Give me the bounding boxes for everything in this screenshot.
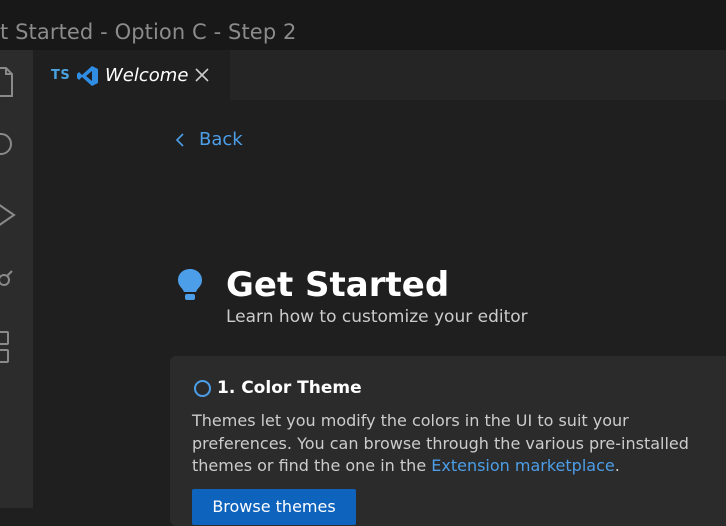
step-card[interactable]: 1. Color Theme Themes let you modify the… — [170, 356, 726, 526]
close-icon[interactable] — [195, 68, 209, 82]
search-icon[interactable] — [0, 133, 16, 159]
typescript-badge: TS — [51, 68, 71, 83]
explorer-icon[interactable] — [0, 66, 16, 100]
extension-marketplace-link[interactable]: Extension marketplace — [431, 456, 614, 475]
browse-themes-button[interactable]: Browse themes — [192, 489, 356, 525]
window-title: t Started - Option C - Step 2 — [0, 20, 297, 44]
vscode-logo-icon — [77, 66, 98, 86]
lightbulb-icon — [178, 269, 202, 300]
run-debug-icon[interactable] — [0, 202, 18, 228]
chevron-left-icon — [175, 133, 184, 147]
step-title: 1. Color Theme — [217, 378, 362, 398]
step-description-end: . — [614, 456, 620, 475]
back-label: Back — [199, 129, 243, 150]
source-control-icon[interactable] — [0, 270, 16, 292]
page-subtitle: Learn how to customize your editor — [226, 307, 528, 327]
activity-bar — [0, 50, 33, 508]
extensions-icon[interactable] — [0, 330, 16, 370]
title-bar: t Started - Option C - Step 2 — [0, 0, 726, 50]
tab-strip: TS Welcome — [33, 50, 726, 100]
page-title: Get Started — [226, 265, 450, 305]
step-description: Themes let you modify the colors in the … — [192, 410, 726, 478]
tab-label: Welcome — [105, 65, 189, 86]
tab-welcome[interactable]: TS Welcome — [33, 50, 230, 100]
welcome-page: Back Get Started Learn how to customize … — [33, 100, 726, 526]
step-status-circle-icon — [194, 380, 211, 397]
